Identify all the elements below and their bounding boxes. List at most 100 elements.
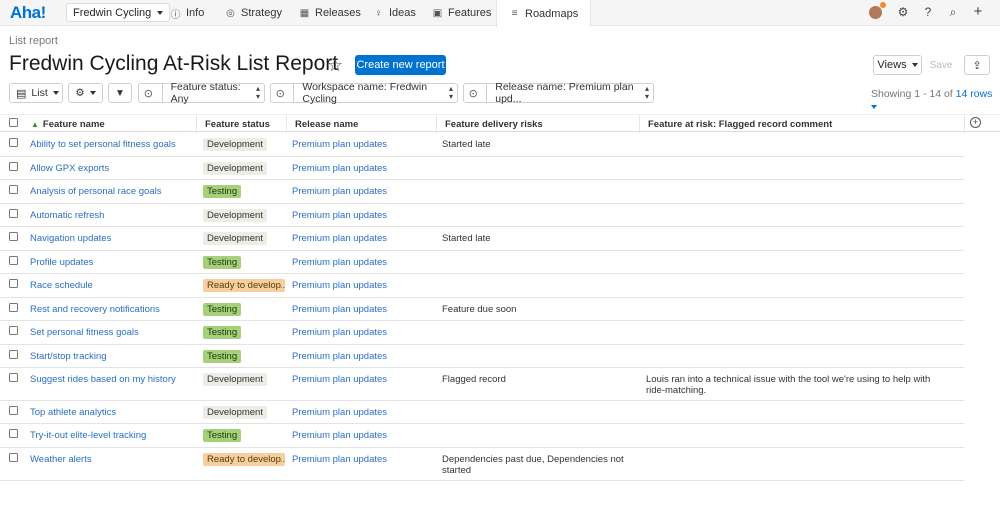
filter-remove-icon[interactable]: ⊙	[468, 87, 478, 100]
table-row[interactable]: Allow GPX exports Development Premium plan…	[0, 157, 964, 180]
filter-remove-icon[interactable]: ⊙	[275, 87, 285, 100]
feature-name-link[interactable]: Automatic refresh	[30, 210, 195, 221]
column-header-flagged-comment[interactable]: Feature at risk: Flagged record comment	[639, 115, 964, 133]
row-checkbox[interactable]	[9, 326, 18, 335]
row-checkbox[interactable]	[9, 350, 18, 359]
row-checkbox[interactable]	[9, 138, 18, 147]
feature-name-link[interactable]: Set personal fitness goals	[30, 327, 195, 338]
avatar[interactable]	[869, 6, 882, 19]
filter-release-name[interactable]: ⊙ Release name: Premium plan upd... ▴ ▾	[463, 81, 654, 105]
table-row[interactable]: Ability to set personal fitness goals Dev…	[0, 133, 964, 157]
view-type-dropdown[interactable]: ▤ List	[9, 83, 63, 103]
row-checkbox[interactable]	[9, 209, 18, 218]
release-name-link[interactable]: Premium plan updates	[292, 186, 432, 197]
tab-features[interactable]: ▣ Features	[432, 0, 492, 26]
column-header-feature-status[interactable]: Feature status	[196, 115, 286, 133]
views-button[interactable]: Views	[873, 55, 922, 75]
save-button[interactable]: Save	[924, 55, 958, 75]
table-row[interactable]: Start/stop tracking Testing Premium plan u…	[0, 345, 964, 368]
feature-name-link[interactable]: Profile updates	[30, 257, 195, 268]
status-badge[interactable]: Testing	[203, 326, 242, 339]
tab-ideas[interactable]: ♀ Ideas	[373, 0, 416, 26]
status-badge[interactable]: Development	[203, 162, 267, 175]
workspace-selector[interactable]: Fredwin Cycling	[66, 3, 171, 22]
table-row[interactable]: Set personal fitness goals Testing Premium…	[0, 321, 964, 345]
filter-feature-status[interactable]: ⊙ Feature status: Any ▴ ▾	[138, 81, 265, 105]
breadcrumb[interactable]: List report	[9, 35, 58, 47]
row-checkbox[interactable]	[9, 279, 18, 288]
table-row[interactable]: Automatic refresh Development Premium plan…	[0, 204, 964, 227]
status-badge[interactable]: Testing	[203, 256, 242, 269]
table-row[interactable]: Rest and recovery notifications Testing Pr…	[0, 298, 964, 321]
feature-name-link[interactable]: Try-it-out elite-level tracking	[30, 430, 195, 441]
feature-name-link[interactable]: Weather alerts	[30, 454, 195, 465]
row-checkbox[interactable]	[9, 256, 18, 265]
release-name-link[interactable]: Premium plan updates	[292, 233, 432, 244]
table-row[interactable]: Suggest rides based on my history Develop…	[0, 368, 964, 401]
feature-name-link[interactable]: Suggest rides based on my history	[30, 374, 195, 385]
status-badge[interactable]: Development	[203, 406, 267, 419]
search-icon[interactable]: ⌕	[945, 5, 961, 20]
status-badge[interactable]: Development	[203, 209, 267, 222]
settings-dropdown[interactable]: ⚙	[68, 83, 103, 103]
tab-releases[interactable]: ▦ Releases	[299, 0, 361, 26]
rows-dropdown[interactable]: 14 rows	[956, 88, 993, 100]
release-name-link[interactable]: Premium plan updates	[292, 374, 432, 385]
release-name-link[interactable]: Premium plan updates	[292, 351, 432, 362]
feature-name-link[interactable]: Top athlete analytics	[30, 407, 195, 418]
feature-name-link[interactable]: Race schedule	[30, 280, 195, 291]
release-name-link[interactable]: Premium plan updates	[292, 430, 432, 441]
share-button[interactable]: ⇪	[964, 55, 990, 75]
status-badge[interactable]: Testing	[203, 185, 242, 198]
row-checkbox[interactable]	[9, 373, 18, 382]
release-name-link[interactable]: Premium plan updates	[292, 257, 432, 268]
column-header-feature-name[interactable]: ▲ Feature name	[23, 115, 196, 133]
release-name-link[interactable]: Premium plan updates	[292, 327, 432, 338]
table-row[interactable]: Weather alerts Ready to develop.. Premium …	[0, 448, 964, 481]
select-all-checkbox[interactable]	[9, 118, 18, 127]
status-badge[interactable]: Ready to develop	[203, 453, 285, 466]
feature-name-link[interactable]: Ability to set personal fitness goals	[30, 139, 195, 150]
column-header-release-name[interactable]: Release name	[286, 115, 436, 133]
release-name-link[interactable]: Premium plan updates	[292, 139, 432, 150]
filter-remove-icon[interactable]: ⊙	[143, 87, 154, 100]
row-checkbox[interactable]	[9, 162, 18, 171]
release-name-link[interactable]: Premium plan updates	[292, 304, 432, 315]
release-name-link[interactable]: Premium plan updates	[292, 210, 432, 221]
tab-roadmaps[interactable]: ≡ Roadmaps	[496, 0, 592, 27]
table-row[interactable]: Analysis of personal race goals Testing Pr…	[0, 180, 964, 204]
row-checkbox[interactable]	[9, 453, 18, 462]
row-checkbox[interactable]	[9, 303, 18, 312]
status-badge[interactable]: Development	[203, 232, 267, 245]
release-name-link[interactable]: Premium plan updates	[292, 280, 432, 291]
tab-strategy[interactable]: ◎ Strategy	[225, 0, 282, 26]
table-row[interactable]: Race schedule Ready to develop.. Premium p…	[0, 274, 964, 298]
table-row[interactable]: Navigation updates Development Premium pla…	[0, 227, 964, 251]
create-report-button[interactable]: Create new report	[355, 55, 446, 75]
table-row[interactable]: Try-it-out elite-level tracking Testing Pr…	[0, 424, 964, 448]
release-name-link[interactable]: Premium plan updates	[292, 407, 432, 418]
row-checkbox[interactable]	[9, 406, 18, 415]
row-checkbox[interactable]	[9, 232, 18, 241]
feature-name-link[interactable]: Rest and recovery notifications	[30, 304, 195, 315]
release-name-link[interactable]: Premium plan updates	[292, 454, 432, 465]
status-badge[interactable]: Development	[203, 373, 267, 386]
release-name-link[interactable]: Premium plan updates	[292, 163, 432, 174]
status-badge[interactable]: Testing	[203, 429, 242, 442]
table-row[interactable]: Profile updates Testing Premium plan updat…	[0, 251, 964, 274]
row-checkbox[interactable]	[9, 429, 18, 438]
status-badge[interactable]: Development	[203, 138, 267, 151]
column-header-delivery-risks[interactable]: Feature delivery risks	[436, 115, 639, 133]
aha-logo[interactable]: Aha!	[10, 3, 46, 23]
feature-name-link[interactable]: Start/stop tracking	[30, 351, 195, 362]
gear-icon[interactable]: ⚙	[895, 5, 911, 19]
filter-button[interactable]: ▼	[108, 83, 132, 103]
feature-name-link[interactable]: Analysis of personal race goals	[30, 186, 195, 197]
status-badge[interactable]: Testing	[203, 303, 242, 316]
tab-info[interactable]: ⓘ Info	[170, 0, 205, 26]
help-icon[interactable]: ?	[920, 5, 936, 19]
plus-icon[interactable]: +	[970, 3, 986, 20]
table-row[interactable]: Top athlete analytics Development Premium …	[0, 401, 964, 424]
feature-name-link[interactable]: Allow GPX exports	[30, 163, 195, 174]
add-column-icon[interactable]: +	[970, 117, 981, 128]
